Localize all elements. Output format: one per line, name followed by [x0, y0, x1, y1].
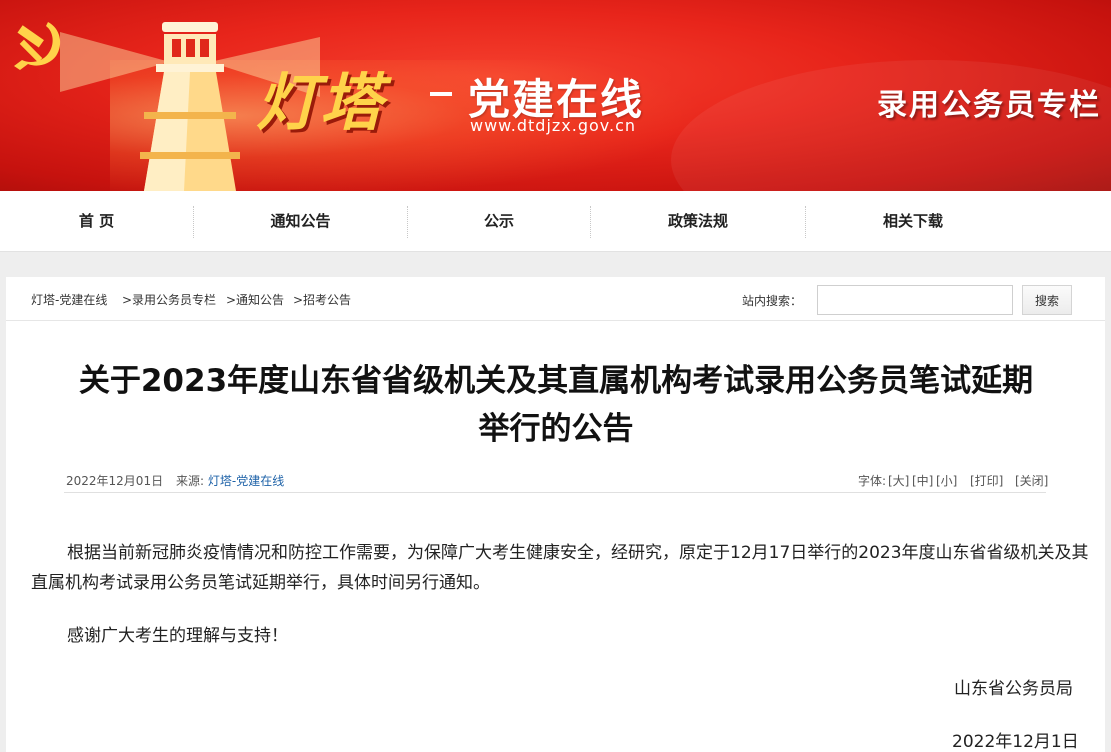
- site-url: www.dtdjzx.gov.cn: [470, 116, 637, 135]
- article-title-line2: 举行的公告: [478, 411, 634, 447]
- publish-date: 2022年12月01日: [66, 474, 164, 488]
- site-logo-text: 灯塔: [256, 66, 385, 139]
- signature-organization: 山东省公务员局: [954, 679, 1073, 699]
- print-button[interactable]: [打印]: [970, 472, 1003, 489]
- breadcrumb-item-home[interactable]: 灯塔-党建在线: [31, 291, 107, 308]
- column-title: 录用公务员专栏: [877, 88, 1101, 123]
- signature-date: 2022年12月1日: [952, 732, 1079, 752]
- article-source: 来源: 灯塔-党建在线: [176, 472, 284, 489]
- breadcrumb-item-column[interactable]: >录用公务员专栏: [122, 291, 216, 308]
- nav-item-public[interactable]: 公示: [408, 191, 590, 252]
- nav-item-notices[interactable]: 通知公告: [194, 191, 407, 252]
- nav-item-downloads[interactable]: 相关下载: [806, 191, 1020, 252]
- source-label: 来源:: [176, 474, 205, 488]
- party-emblem-icon: [14, 22, 61, 70]
- breadcrumb-item-recruitment[interactable]: >招考公告: [293, 291, 351, 308]
- main-nav: 首 页 通知公告 公示 政策法规 相关下载: [0, 191, 1111, 252]
- article-title: 关于2023年度山东省省级机关及其直属机构考试录用公务员笔试延期 举行的公告: [46, 357, 1066, 453]
- font-large-button[interactable]: [大]: [888, 472, 909, 489]
- font-size-label: 字体:: [858, 474, 887, 488]
- article-paragraph: 根据当前新冠肺炎疫情情况和防控工作需要，为保障广大考生健康安全，经研究，原定于1…: [31, 543, 1089, 593]
- nav-item-policies[interactable]: 政策法规: [591, 191, 805, 252]
- logo-dash: [430, 92, 452, 96]
- close-button[interactable]: [关闭]: [1015, 472, 1048, 489]
- source-link[interactable]: 灯塔-党建在线: [208, 474, 284, 488]
- site-banner: 灯塔 党建在线 www.dtdjzx.gov.cn 录用公务员专栏: [0, 0, 1111, 191]
- breadcrumb-bar: 灯塔-党建在线 >录用公务员专栏 >通知公告 >招考公告 站内搜索： 搜索: [6, 277, 1105, 321]
- content-panel: 灯塔-党建在线 >录用公务员专栏 >通知公告 >招考公告 站内搜索： 搜索 关于…: [6, 277, 1105, 752]
- article-meta-bar: 2022年12月01日 来源: 灯塔-党建在线 字体: [大] [中] [小] …: [64, 465, 1048, 493]
- nav-item-home[interactable]: 首 页: [0, 191, 193, 252]
- search-input[interactable]: [817, 285, 1013, 315]
- article-paragraph: 感谢广大考生的理解与支持！: [67, 626, 288, 646]
- search-label: 站内搜索：: [742, 294, 803, 308]
- font-medium-button[interactable]: [中]: [912, 472, 933, 489]
- search-button[interactable]: 搜索: [1022, 285, 1072, 315]
- breadcrumb-item-notices[interactable]: >通知公告: [226, 291, 284, 308]
- font-small-button[interactable]: [小]: [936, 472, 957, 489]
- article-title-line1: 关于2023年度山东省省级机关及其直属机构考试录用公务员笔试延期: [78, 363, 1034, 399]
